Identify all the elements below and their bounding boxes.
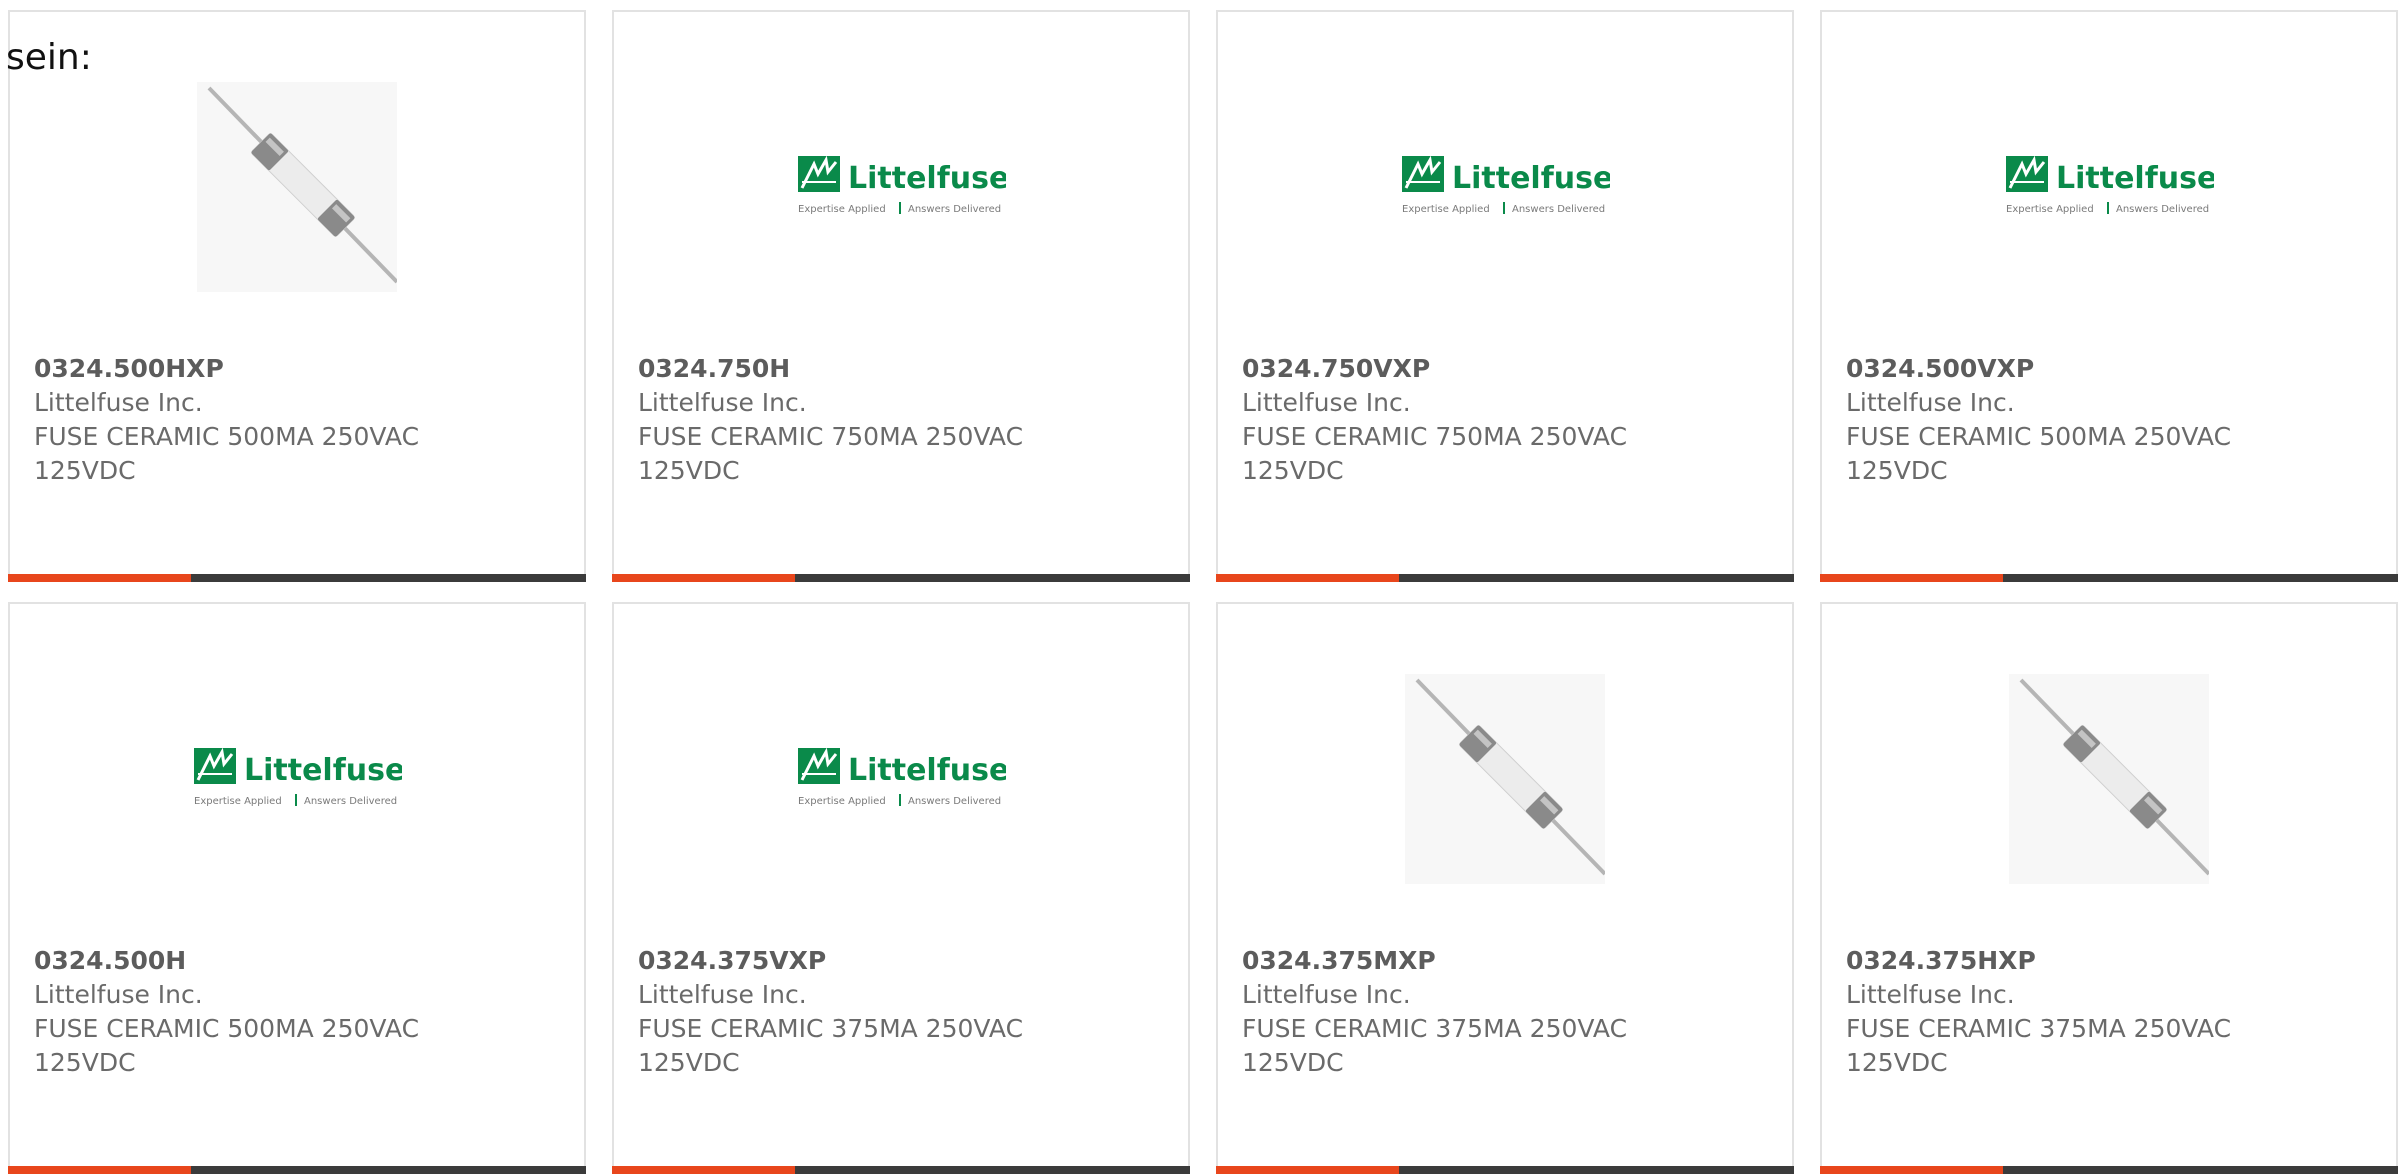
manufacturer: Littelfuse Inc.	[34, 388, 203, 417]
littelfuse-logo-icon: Littelfuse Expertise Applied Answers Del…	[2006, 155, 2214, 215]
product-grid: 0324.500HXP Littelfuse Inc. FUSE CERAMIC…	[8, 10, 2400, 1174]
description-line-2: 125VDC	[34, 1048, 136, 1077]
product-image[interactable]	[10, 72, 584, 302]
product-image[interactable]: Littelfuse Expertise Applied Answers Del…	[10, 664, 584, 894]
part-number[interactable]: 0324.375VXP	[638, 944, 1168, 978]
product-card[interactable]: 0324.375MXP Littelfuse Inc. FUSE CERAMIC…	[1216, 602, 1794, 1174]
description-line-2: 125VDC	[638, 456, 740, 485]
description-line-1: FUSE CERAMIC 500MA 250VAC	[1846, 422, 2232, 451]
accent-bar	[1820, 1166, 2398, 1174]
accent-bar	[8, 1166, 586, 1174]
manufacturer: Littelfuse Inc.	[638, 388, 807, 417]
accent-bar	[8, 574, 586, 582]
description-line-2: 125VDC	[638, 1048, 740, 1077]
product-image[interactable]: Littelfuse Expertise Applied Answers Del…	[1218, 72, 1792, 302]
manufacturer: Littelfuse Inc.	[638, 980, 807, 1009]
description-line-2: 125VDC	[1242, 456, 1344, 485]
fuse-photo-icon	[2009, 674, 2209, 884]
manufacturer: Littelfuse Inc.	[1242, 980, 1411, 1009]
description-line-1: FUSE CERAMIC 750MA 250VAC	[638, 422, 1024, 451]
part-number[interactable]: 0324.500VXP	[1846, 352, 2376, 386]
description-line-2: 125VDC	[1846, 1048, 1948, 1077]
accent-bar	[1216, 574, 1794, 582]
littelfuse-logo-icon: Littelfuse Expertise Applied Answers Del…	[194, 747, 402, 807]
description-line-1: FUSE CERAMIC 375MA 250VAC	[1242, 1014, 1628, 1043]
logo-name: Littelfuse	[2056, 161, 2214, 196]
product-card[interactable]: Littelfuse Expertise Applied Answers Del…	[1216, 10, 1794, 582]
product-card[interactable]: Littelfuse Expertise Applied Answers Del…	[612, 10, 1190, 582]
description-line-1: FUSE CERAMIC 750MA 250VAC	[1242, 422, 1628, 451]
description-line-1: FUSE CERAMIC 375MA 250VAC	[1846, 1014, 2232, 1043]
fuse-photo-icon	[1405, 674, 1605, 884]
intro-text: sein:	[6, 37, 92, 78]
product-card[interactable]: Littelfuse Expertise Applied Answers Del…	[8, 602, 586, 1174]
description-line-1: FUSE CERAMIC 500MA 250VAC	[34, 1014, 420, 1043]
part-number[interactable]: 0324.750VXP	[1242, 352, 1772, 386]
product-image[interactable]: Littelfuse Expertise Applied Answers Del…	[1822, 72, 2396, 302]
manufacturer: Littelfuse Inc.	[1846, 980, 2015, 1009]
manufacturer: Littelfuse Inc.	[1242, 388, 1411, 417]
fuse-photo-icon	[197, 82, 397, 292]
logo-tagline-left: Expertise Applied	[798, 204, 886, 215]
logo-name: Littelfuse	[848, 161, 1006, 196]
accent-bar	[612, 1166, 1190, 1174]
accent-bar	[612, 574, 1190, 582]
logo-name: Littelfuse	[244, 753, 402, 788]
product-card[interactable]: 0324.375HXP Littelfuse Inc. FUSE CERAMIC…	[1820, 602, 2398, 1174]
part-number[interactable]: 0324.500HXP	[34, 352, 564, 386]
logo-tagline-right: Answers Delivered	[908, 204, 1001, 215]
logo-tagline-right: Answers Delivered	[908, 796, 1001, 807]
logo-tagline-left: Expertise Applied	[1402, 204, 1490, 215]
product-card[interactable]: Littelfuse Expertise Applied Answers Del…	[1820, 10, 2398, 582]
description-line-2: 125VDC	[1242, 1048, 1344, 1077]
description-line-1: FUSE CERAMIC 375MA 250VAC	[638, 1014, 1024, 1043]
manufacturer: Littelfuse Inc.	[1846, 388, 2015, 417]
product-image[interactable]: Littelfuse Expertise Applied Answers Del…	[614, 72, 1188, 302]
accent-bar	[1820, 574, 2398, 582]
logo-tagline-right: Answers Delivered	[1512, 204, 1605, 215]
product-image[interactable]	[1822, 664, 2396, 894]
littelfuse-logo-icon: Littelfuse Expertise Applied Answers Del…	[798, 155, 1006, 215]
logo-tagline-left: Expertise Applied	[2006, 204, 2094, 215]
littelfuse-logo-icon: Littelfuse Expertise Applied Answers Del…	[1402, 155, 1610, 215]
product-card[interactable]: 0324.500HXP Littelfuse Inc. FUSE CERAMIC…	[8, 10, 586, 582]
part-number[interactable]: 0324.750H	[638, 352, 1168, 386]
product-image[interactable]: Littelfuse Expertise Applied Answers Del…	[614, 664, 1188, 894]
accent-bar	[1216, 1166, 1794, 1174]
littelfuse-logo-icon: Littelfuse Expertise Applied Answers Del…	[798, 747, 1006, 807]
logo-tagline-left: Expertise Applied	[194, 796, 282, 807]
description-line-2: 125VDC	[1846, 456, 1948, 485]
part-number[interactable]: 0324.375MXP	[1242, 944, 1772, 978]
description-line-1: FUSE CERAMIC 500MA 250VAC	[34, 422, 420, 451]
product-card[interactable]: Littelfuse Expertise Applied Answers Del…	[612, 602, 1190, 1174]
part-number[interactable]: 0324.375HXP	[1846, 944, 2376, 978]
logo-tagline-right: Answers Delivered	[2116, 204, 2209, 215]
logo-name: Littelfuse	[848, 753, 1006, 788]
logo-tagline-left: Expertise Applied	[798, 796, 886, 807]
part-number[interactable]: 0324.500H	[34, 944, 564, 978]
manufacturer: Littelfuse Inc.	[34, 980, 203, 1009]
logo-tagline-right: Answers Delivered	[304, 796, 397, 807]
description-line-2: 125VDC	[34, 456, 136, 485]
product-image[interactable]	[1218, 664, 1792, 894]
logo-name: Littelfuse	[1452, 161, 1610, 196]
